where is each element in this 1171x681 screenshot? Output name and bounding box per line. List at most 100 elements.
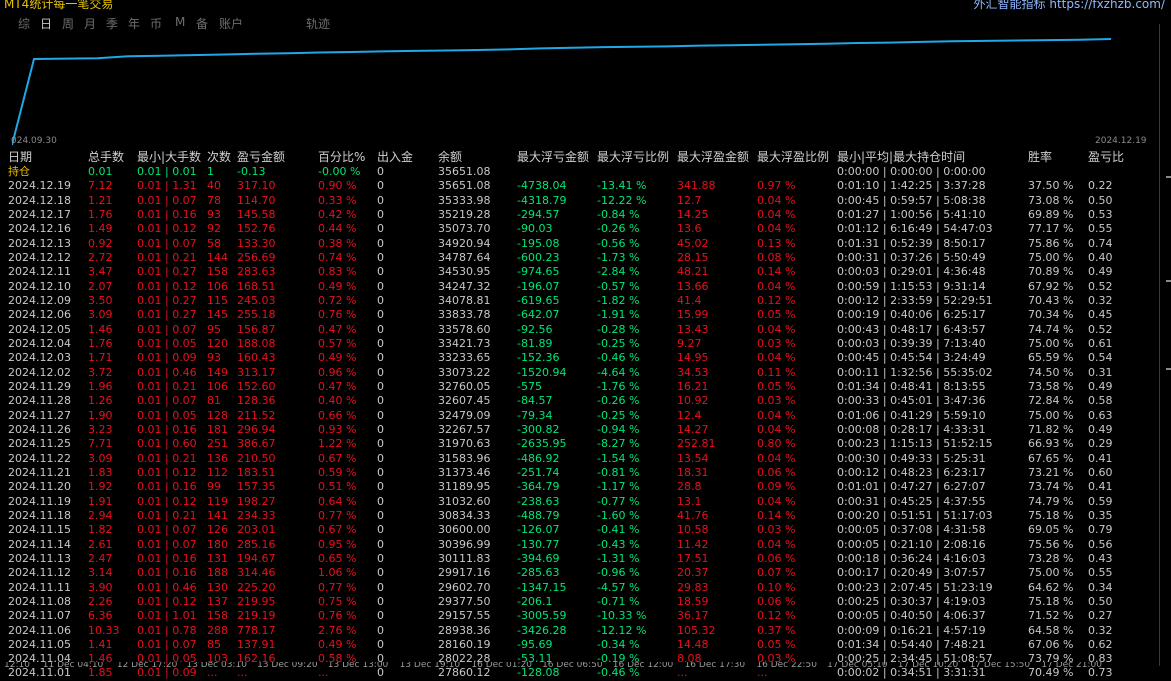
cell-col-14: 0.29 [1088, 437, 1113, 451]
cell-col-8: -251.74 [517, 465, 560, 479]
cell-col-3: 251 [207, 437, 228, 451]
cell-col-0: 2024.11.18 [8, 508, 71, 522]
cell-col-2: 0.01 | 0.07 [137, 236, 197, 250]
cell-col-11: 0.08 % [757, 250, 796, 264]
cell-col-5: 0.95 % [318, 537, 357, 551]
cell-col-0: 2024.12.13 [8, 236, 71, 250]
tab-10[interactable]: 轨迹 [306, 15, 330, 32]
cell-col-4: 168.51 [237, 279, 276, 293]
cell-col-8: -1347.15 [517, 580, 567, 594]
cell-col-10: 15.99 [677, 308, 709, 322]
tab-1[interactable]: 日 [40, 15, 52, 32]
cell-col-11: 0.06 % [757, 465, 796, 479]
tab-0[interactable]: 综 [18, 15, 30, 32]
cell-col-12: 0:00:19 | 0:40:06 | 6:25:17 [837, 308, 986, 322]
cell-col-0: 2024.12.06 [8, 308, 71, 322]
cell-col-12: 0:00:00 | 0:00:00 | 0:00:00 [837, 165, 986, 178]
cell-col-5: 0.76 % [318, 308, 357, 322]
table-row: 2024.12.19 7.12 0.01 | 1.31 40 317.10 0.90 % 0… [0, 179, 1158, 193]
cell-col-13: 75.86 % [1028, 236, 1074, 250]
tab-3[interactable]: 月 [84, 15, 96, 32]
cell-col-4: 296.94 [237, 422, 276, 436]
cell-col-2: 0.01 | 0.27 [137, 293, 197, 307]
cell-col-12: 0:00:30 | 0:49:33 | 5:25:31 [837, 451, 986, 465]
cell-col-7: 35073.70 [438, 222, 491, 236]
cell-col-8: -394.69 [517, 551, 560, 565]
cell-col-10: 41.76 [677, 508, 709, 522]
cell-col-4: 313.17 [237, 365, 276, 379]
cell-col-4: 255.18 [237, 308, 276, 322]
table-row: 2024.11.22 3.09 0.01 | 0.21 136 210.50 0.67 %… [0, 452, 1158, 466]
right-scale[interactable] [1159, 24, 1171, 666]
cell-col-10: 13.43 [677, 322, 709, 336]
brand-link[interactable]: 外汇智能指标 https://fxzhzb.com/ [974, 0, 1165, 12]
tab-2[interactable]: 周 [62, 15, 74, 32]
tab-8[interactable]: 备 [196, 15, 208, 32]
cell-col-4: 198.27 [237, 494, 276, 508]
cell-col-4: 283.63 [237, 265, 276, 279]
cell-col-13: 73.28 % [1028, 551, 1074, 565]
cell-col-12: 0:00:33 | 0:45:01 | 3:47:36 [837, 394, 986, 408]
cell-col-11: 0.03 % [757, 394, 796, 408]
cell-col-4: 210.50 [237, 451, 276, 465]
cell-col-12: 0:00:08 | 0:28:17 | 4:33:31 [837, 422, 986, 436]
cell-col-14: 0.52 [1088, 322, 1113, 336]
cell-col-1: 2.07 [88, 279, 113, 293]
cell-col-9: -0.28 % [597, 322, 640, 336]
cell-col-11: 0.80 % [757, 437, 796, 451]
cell-col-4: 133.30 [237, 236, 276, 250]
cell-col-10: 105.32 [677, 623, 716, 637]
cell-col-13: 67.06 % [1028, 637, 1074, 651]
tab-9[interactable]: 账户 [219, 15, 243, 32]
cell-col-4: 152.60 [237, 379, 276, 393]
cell-col-7: 35651.08 [438, 165, 491, 178]
cell-col-7: 34247.32 [438, 279, 491, 293]
cell-col-12: 0:01:27 | 1:00:56 | 5:41:10 [837, 207, 986, 221]
cell-col-11: 0.04 % [757, 494, 796, 508]
tab-6[interactable]: 币 [150, 15, 162, 32]
time-axis-label: 17 Dec 10:20 [897, 662, 959, 670]
table-row: 2024.11.08 2.26 0.01 | 0.12 137 219.95 0.75 %… [0, 595, 1158, 609]
cell-col-12: 0:00:05 | 0:37:08 | 4:31:58 [837, 523, 986, 537]
cell-col-6: 0 [377, 394, 384, 408]
cell-col-5: 0.66 % [318, 408, 357, 422]
scale-mark [1166, 280, 1171, 282]
cell-col-12: 0:00:09 | 0:16:21 | 4:57:19 [837, 623, 986, 637]
cell-col-2: 0.01 | 0.21 [137, 379, 197, 393]
cell-col-6: 0 [377, 508, 384, 522]
cell-col-8: -238.63 [517, 494, 560, 508]
cell-col-8: -575 [517, 379, 542, 393]
cell-col-6: 0 [377, 551, 384, 565]
tab-5[interactable]: 年 [128, 15, 140, 32]
cell-col-2: 0.01 | 1.31 [137, 179, 197, 193]
cell-col-11: 0.04 % [757, 193, 796, 207]
cell-col-7: 31032.60 [438, 494, 491, 508]
cell-col-11: 0.09 % [757, 480, 796, 494]
cell-col-1: 0.01 [88, 165, 113, 178]
cell-col-0: 2024.11.21 [8, 465, 71, 479]
cell-col-7: 31189.95 [438, 480, 491, 494]
cell-col-14: 0.55 [1088, 222, 1113, 236]
tab-7[interactable]: M [175, 15, 185, 29]
cell-col-11: 0.04 % [757, 422, 796, 436]
cell-col-9: -0.96 % [597, 566, 640, 580]
cell-col-12: 0:01:12 | 6:16:49 | 54:47:03 [837, 222, 993, 236]
cell-col-10: 48.21 [677, 265, 709, 279]
cell-col-0: 2024.12.09 [8, 293, 71, 307]
cell-col-1: 1.82 [88, 523, 113, 537]
cell-col-2: 最小|大手数 [137, 150, 202, 164]
cell-col-6: 0 [377, 580, 384, 594]
cell-col-0: 2024.12.03 [8, 351, 71, 365]
table-row: 2024.12.17 1.76 0.01 | 0.16 93 145.58 0.42 % 0… [0, 208, 1158, 222]
cell-col-1: 1.90 [88, 408, 113, 422]
cell-col-10: 28.8 [677, 480, 702, 494]
tab-4[interactable]: 季 [106, 15, 118, 32]
cell-col-10: 最大浮盈金额 [677, 150, 750, 164]
cell-col-14: 0.40 [1088, 250, 1113, 264]
cell-col-3: 112 [207, 465, 228, 479]
cell-col-13: 75.56 % [1028, 537, 1074, 551]
cell-col-8: -488.79 [517, 508, 560, 522]
cell-col-9: -4.64 % [597, 365, 640, 379]
cell-col-12: 0:01:34 | 0:48:41 | 8:13:55 [837, 379, 986, 393]
cell-col-12: 0:00:45 | 0:59:57 | 5:08:38 [837, 193, 986, 207]
